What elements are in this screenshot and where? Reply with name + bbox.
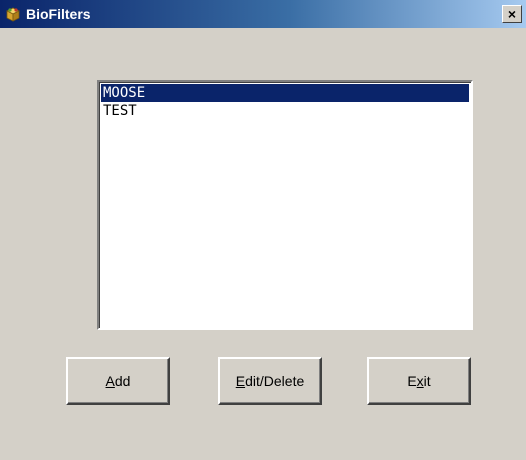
- edit-delete-label-rest: dit/Delete: [245, 373, 305, 389]
- add-button[interactable]: Add: [66, 357, 170, 405]
- list-item[interactable]: MOOSE: [101, 84, 469, 102]
- add-mnemonic: A: [105, 373, 115, 389]
- package-icon: [4, 5, 22, 23]
- title-bar[interactable]: BioFilters ×: [0, 0, 526, 28]
- list-item[interactable]: TEST: [101, 102, 469, 120]
- exit-mnemonic: x: [416, 373, 424, 389]
- add-label-rest: dd: [114, 373, 131, 389]
- exit-label-start: E: [407, 373, 417, 389]
- filter-listbox[interactable]: MOOSE TEST: [97, 80, 473, 330]
- edit-delete-mnemonic: E: [235, 373, 246, 389]
- close-button[interactable]: ×: [502, 5, 522, 23]
- exit-button[interactable]: Ex it: [367, 357, 471, 405]
- edit-delete-button[interactable]: Edit/Delete: [218, 357, 322, 405]
- window-title: BioFilters: [26, 6, 91, 22]
- exit-label-rest: it: [423, 373, 431, 389]
